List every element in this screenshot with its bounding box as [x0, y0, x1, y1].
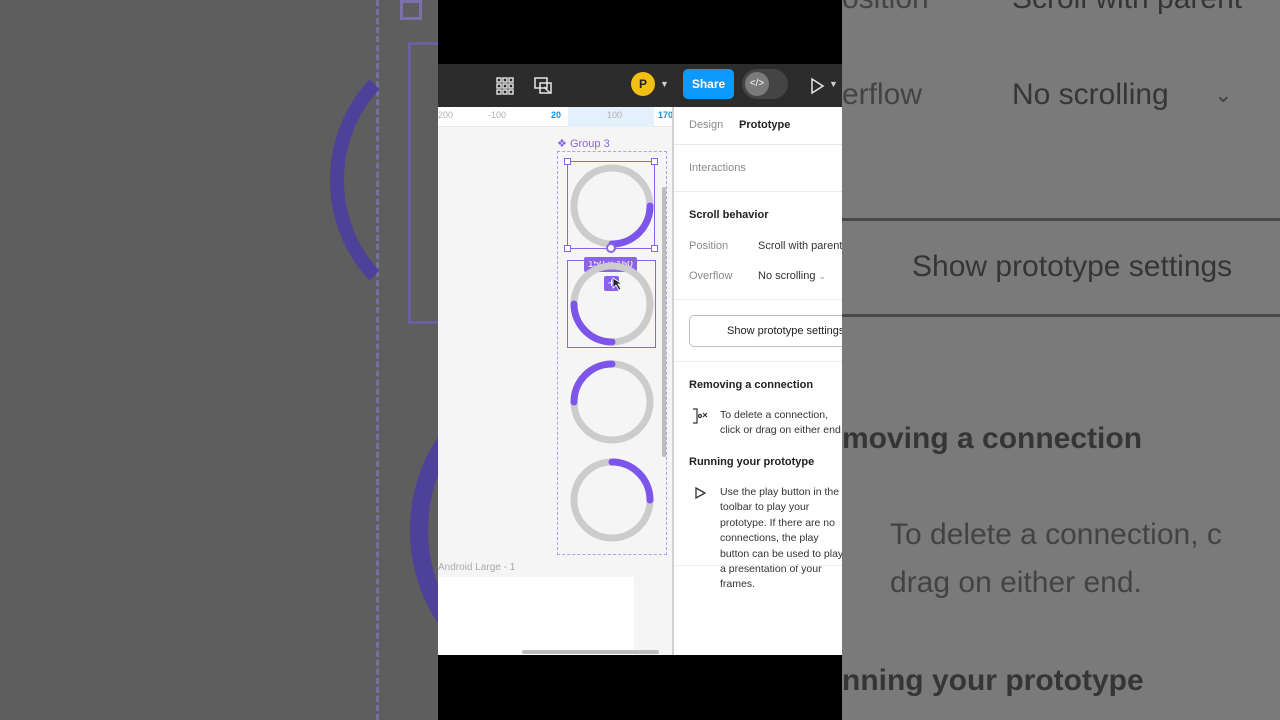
toolbar: P ▼ Share </> ▼ — [438, 64, 842, 107]
running-prototype-title: Running your prototype — [689, 456, 815, 468]
zoom-ring-bottom — [410, 380, 438, 680]
resize-handle[interactable] — [651, 245, 658, 252]
zoom-position-value: Scroll with parent — [1012, 0, 1242, 16]
zoom-divider — [842, 218, 1280, 221]
canvas[interactable]: 200 -100 20 100 170 ❖ Group 3 150 × 150 … — [438, 107, 674, 655]
dev-mode-toggle[interactable]: </> — [742, 69, 788, 99]
zoom-position-label: osition — [842, 0, 929, 16]
overflow-select[interactable]: No scrolling ⌄ — [758, 270, 826, 282]
disconnect-icon — [693, 408, 708, 424]
background-zoom-right: osition Scroll with parent erflow No scr… — [842, 0, 1280, 720]
overflow-label: Overflow — [689, 270, 733, 282]
panel-tabs: Design Prototype — [674, 107, 842, 145]
tab-prototype[interactable]: Prototype — [739, 119, 790, 131]
zoom-handle — [400, 0, 422, 20]
play-icon[interactable] — [806, 75, 828, 97]
divider — [674, 299, 842, 300]
scroll-behavior-title: Scroll behavior — [689, 209, 769, 221]
play-icon — [695, 486, 707, 500]
background-zoom-left — [0, 0, 438, 720]
cursor-icon — [612, 277, 624, 291]
progress-ring[interactable] — [567, 357, 657, 447]
chevron-down-icon[interactable]: ▼ — [660, 79, 670, 89]
tab-design[interactable]: Design — [689, 119, 723, 131]
position-select[interactable]: Scroll with parent — [758, 240, 842, 252]
hover-box[interactable] — [567, 260, 656, 348]
zoom-overflow-label: erflow — [842, 78, 923, 111]
code-icon: </> — [745, 72, 769, 96]
ruler-tick-selected: 20 — [551, 110, 562, 120]
horizontal-scrollbar[interactable] — [522, 650, 659, 654]
divider — [674, 191, 842, 192]
group-name: Group 3 — [569, 138, 610, 150]
divider — [674, 361, 842, 362]
horizontal-ruler: 200 -100 20 100 170 — [438, 107, 674, 127]
resize-handle[interactable] — [564, 245, 571, 252]
chevron-down-icon[interactable]: ▼ — [829, 79, 839, 89]
user-avatar[interactable]: P — [631, 72, 655, 96]
zoom-removing-line2: drag on either end. — [890, 566, 1142, 599]
zoom-removing-line1: To delete a connection, c — [890, 518, 1222, 551]
resize-handle[interactable] — [651, 158, 658, 165]
interactions-label[interactable]: Interactions — [689, 162, 746, 174]
show-prototype-settings-button[interactable]: Show prototype settings — [689, 315, 842, 347]
divider — [674, 565, 842, 566]
zoom-divider — [842, 314, 1280, 317]
zoom-selection-box — [408, 42, 438, 324]
resize-handle[interactable] — [564, 158, 571, 165]
group-label[interactable]: ❖ Group 3 — [557, 137, 610, 150]
zoom-removing-title: moving a connection — [842, 422, 1143, 455]
ruler-tick: 100 — [607, 110, 623, 120]
selection-box[interactable] — [567, 161, 655, 249]
overflow-value: No scrolling — [758, 270, 816, 282]
frame-label[interactable]: Android Large - 1 — [438, 562, 515, 573]
removing-connection-text: To delete a connection, click or drag on… — [720, 409, 842, 437]
component-icon: ❖ — [557, 138, 567, 150]
ruler-tick-selected: 170 — [658, 110, 674, 120]
android-frame[interactable] — [438, 577, 634, 655]
zoom-overflow-value: No scrolling — [1012, 78, 1169, 111]
vertical-scrollbar[interactable] — [662, 187, 666, 457]
running-prototype-text: Use the play button in the toolbar to pl… — [720, 486, 842, 591]
chevron-down-icon: ⌄ — [818, 271, 827, 281]
zoom-chevron-icon: ⌄ — [1214, 82, 1233, 107]
zoom-running-title: nning your prototype — [842, 664, 1144, 697]
figma-window: P ▼ Share </> ▼ 200 -100 20 100 170 ❖ Gr… — [438, 64, 842, 655]
share-button[interactable]: Share — [683, 69, 734, 99]
ruler-tick: -100 — [488, 110, 507, 120]
prototype-frame-icon[interactable] — [532, 75, 554, 97]
progress-ring[interactable] — [567, 455, 657, 545]
properties-panel: Design Prototype Interactions Scroll beh… — [672, 107, 842, 655]
zoom-settings-button: Show prototype settings — [912, 250, 1233, 283]
ruler-tick: 200 — [438, 110, 454, 120]
screen-recording: P ▼ Share </> ▼ 200 -100 20 100 170 ❖ Gr… — [438, 0, 842, 720]
grid-icon[interactable] — [494, 75, 516, 97]
position-label: Position — [689, 240, 729, 252]
connection-node[interactable] — [606, 243, 616, 253]
removing-connection-title: Removing a connection — [689, 379, 814, 391]
